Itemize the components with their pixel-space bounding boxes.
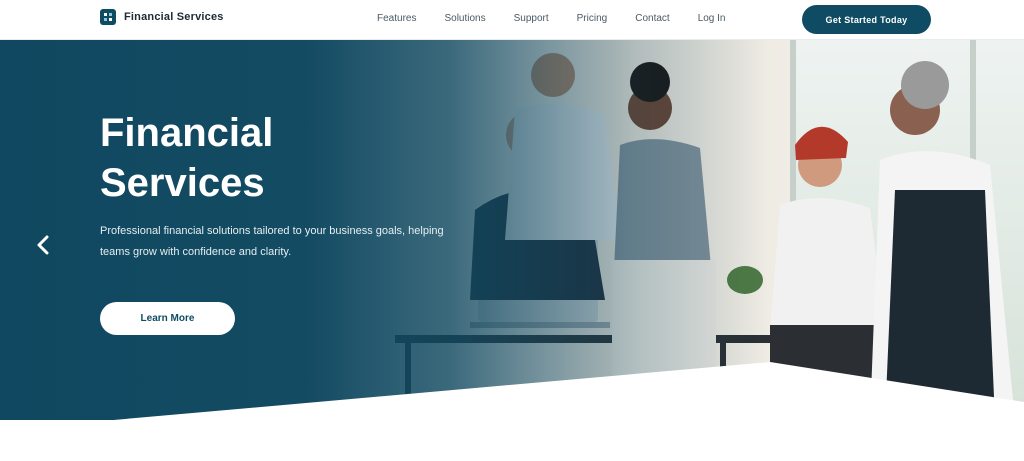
hero-title-line2: Services <box>100 161 265 205</box>
nav-item-5[interactable]: Contact <box>635 13 669 24</box>
hero-description: Professional financial solutions tailore… <box>100 225 444 258</box>
get-started-button[interactable]: Get Started Today <box>802 5 931 34</box>
chevron-left-icon <box>37 235 49 255</box>
brand-name: Financial Services <box>124 11 224 23</box>
nav-item-1[interactable]: Features <box>377 13 416 24</box>
hero-title-line1: Financial <box>100 111 274 155</box>
nav-item-2[interactable]: Solutions <box>444 13 485 24</box>
hero-title: Financial Services <box>100 108 273 208</box>
carousel-prev-button[interactable] <box>34 234 52 256</box>
nav-item-6[interactable]: Log In <box>698 13 726 24</box>
brand-logo[interactable]: Financial Services <box>100 9 224 25</box>
brand-logo-icon <box>100 9 116 25</box>
nav-item-4[interactable]: Pricing <box>577 13 608 24</box>
nav-menu: Features Solutions Support Pricing Conta… <box>377 13 754 24</box>
top-navigation: Financial Services Features Solutions Su… <box>0 0 1024 40</box>
nav-item-3[interactable]: Support <box>514 13 549 24</box>
learn-more-button[interactable]: Learn More <box>100 302 235 335</box>
